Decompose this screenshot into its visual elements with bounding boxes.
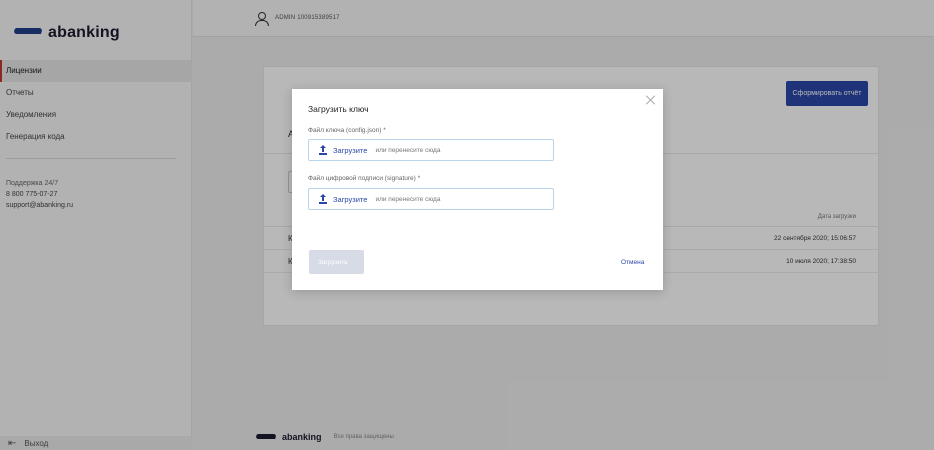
config-file-label: Файл ключа (config.json) * [308,127,386,134]
signature-file-upload-link[interactable]: Загрузите [333,195,367,204]
upload-icon [319,193,327,204]
config-file-upload-link[interactable]: Загрузите [333,146,367,155]
signature-file-drop-hint: или перенесите сюда [375,195,441,203]
signature-file-dropzone[interactable]: Загрузите или перенесите сюда [308,188,554,210]
modal-title: Загрузить ключ [308,104,369,114]
config-file-drop-hint: или перенесите сюда [375,146,441,154]
cancel-button[interactable]: Отмена [621,259,644,266]
close-icon[interactable] [645,94,657,106]
upload-submit-button[interactable]: Загрузить [309,250,364,274]
signature-file-label: Файл цифровой подписи (signature) * [308,175,421,182]
config-file-dropzone[interactable]: Загрузите или перенесите сюда [308,139,554,161]
upload-key-modal: Загрузить ключ Файл ключа (config.json) … [292,89,663,290]
upload-icon [319,144,327,155]
